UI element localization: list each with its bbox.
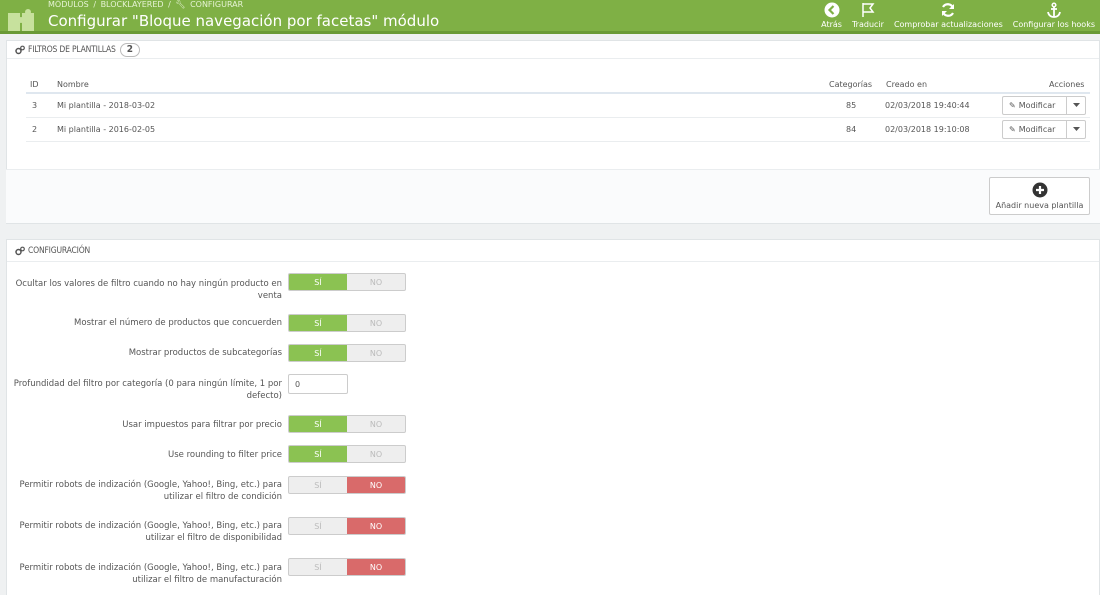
switch-yes[interactable]: Sí [289, 315, 347, 331]
back-label: Atrás [821, 20, 842, 29]
switch-no[interactable]: No [347, 446, 405, 462]
add-template-button[interactable]: Añadir nueva plantilla [989, 177, 1090, 215]
field-label-subcategories: Mostrar productos de subcategorías [128, 348, 282, 358]
row-name: Mi plantilla - 2016-02-05 [57, 125, 156, 134]
filters-heading: Filtros de plantillas 2 [7, 41, 1099, 59]
panel-footer [6, 169, 1100, 223]
column-id: ID [30, 79, 39, 89]
switch-no[interactable]: No [347, 559, 405, 575]
table-row: 3 Mi plantilla - 2018-03-02 85 02/03/201… [26, 94, 1090, 118]
breadcrumb-separator: / [93, 0, 97, 9]
row-id: 3 [32, 101, 38, 110]
configure-hooks-label: Configurar los hooks [1012, 20, 1095, 29]
row-id: 2 [32, 125, 38, 134]
field-label-depth: Profundidad del filtro por categoría (0 … [13, 379, 282, 401]
anchor-icon [1046, 2, 1061, 18]
field-label-show-count: Mostrar el número de productos que concu… [74, 318, 282, 328]
pencil-icon: ✎ [1009, 125, 1016, 134]
add-template-label: Añadir nueva plantilla [995, 201, 1084, 210]
flag-icon [862, 3, 875, 17]
row-categories: 84 [846, 125, 857, 134]
cogs-icon [15, 246, 25, 255]
switch-yes[interactable]: Sí [289, 274, 347, 290]
switch-yes[interactable]: Sí [289, 559, 347, 575]
puzzle-icon [8, 9, 34, 31]
dropdown-caret-button[interactable] [1067, 121, 1085, 138]
back-icon [824, 2, 840, 18]
page-title: Configurar "Bloque navegación por faceta… [48, 12, 440, 30]
check-updates-button[interactable]: Comprobar actualizaciones [889, 0, 1008, 34]
modify-button[interactable]: ✎ Modificar [1002, 96, 1086, 115]
modify-label: Modificar [1018, 125, 1056, 134]
pencil-icon: ✎ [1009, 101, 1016, 110]
column-name: Nombre [57, 79, 89, 89]
plus-circle-icon [1032, 182, 1047, 198]
page-header: Módulos / blocklayered / 🔧︎ Configurar C… [0, 0, 1100, 34]
config-heading: Configuración [7, 240, 1099, 262]
config-title: Configuración [28, 245, 91, 256]
breadcrumb: Módulos / blocklayered / 🔧︎ Configurar [48, 0, 245, 9]
switch-hide-zero[interactable]: Sí No [288, 273, 406, 291]
switch-show-count[interactable]: Sí No [288, 314, 406, 332]
toolbar: Atrás Traducir Comprobar actualizaciones… [816, 0, 1100, 34]
field-label-rounding: Use rounding to filter price [168, 450, 282, 460]
caret-down-icon [1072, 127, 1080, 131]
switch-no[interactable]: No [347, 416, 405, 432]
caret-down-icon [1072, 103, 1080, 107]
dropdown-caret-button[interactable] [1067, 97, 1085, 114]
row-created: 02/03/2018 19:10:08 [885, 125, 970, 134]
switch-yes[interactable]: Sí [289, 477, 347, 493]
cogs-icon [15, 45, 25, 54]
wrench-icon: 🔧︎ [175, 0, 186, 9]
switch-no[interactable]: No [347, 477, 405, 493]
row-name: Mi plantilla - 2018-03-02 [57, 101, 156, 110]
switch-rounding[interactable]: Sí No [288, 445, 406, 463]
switch-yes[interactable]: Sí [289, 416, 347, 432]
filters-title: Filtros de plantillas [28, 44, 116, 55]
breadcrumb-separator: / [168, 0, 171, 9]
switch-robots-manufacturer[interactable]: Sí No [288, 558, 406, 576]
switch-tax[interactable]: Sí No [288, 415, 406, 433]
field-label-robots-manufacturer: Permitir robots de indización (Google, Y… [19, 563, 283, 585]
back-button[interactable]: Atrás [816, 0, 847, 34]
field-label-hide-zero: Ocultar los valores de filtro cuando no … [15, 279, 282, 301]
column-actions: Acciones [1049, 79, 1085, 89]
filters-count-badge: 2 [119, 42, 140, 57]
check-updates-label: Comprobar actualizaciones [893, 20, 1003, 29]
refresh-icon [942, 3, 955, 17]
table-header: ID Nombre Categorías Creado en Acciones [26, 76, 1090, 94]
modify-button[interactable]: ✎ Modificar [1002, 120, 1086, 139]
field-label-robots-availability: Permitir robots de indización (Google, Y… [19, 521, 283, 543]
switch-no[interactable]: No [347, 518, 405, 534]
breadcrumb-module[interactable]: blocklayered [101, 0, 164, 9]
depth-input[interactable] [288, 374, 348, 394]
switch-subcategories[interactable]: Sí No [288, 344, 406, 362]
switch-robots-condition[interactable]: Sí No [288, 476, 406, 494]
switch-no[interactable]: No [347, 315, 405, 331]
breadcrumb-configure: Configurar [190, 0, 244, 9]
translate-label: Traducir [851, 20, 884, 29]
column-created: Creado en [886, 79, 928, 89]
switch-yes[interactable]: Sí [289, 446, 347, 462]
column-categories: Categorías [829, 79, 873, 89]
switch-yes[interactable]: Sí [289, 345, 347, 361]
modify-label: Modificar [1018, 101, 1056, 110]
translate-button[interactable]: Traducir [847, 0, 889, 34]
configure-hooks-button[interactable]: Configurar los hooks [1008, 0, 1100, 34]
table-row: 2 Mi plantilla - 2016-02-05 84 02/03/201… [26, 118, 1090, 142]
switch-no[interactable]: No [347, 274, 405, 290]
switch-yes[interactable]: Sí [289, 518, 347, 534]
breadcrumb-modules[interactable]: Módulos [48, 0, 89, 9]
row-categories: 85 [846, 101, 857, 110]
switch-no[interactable]: No [347, 345, 405, 361]
switch-robots-availability[interactable]: Sí No [288, 517, 406, 535]
field-label-robots-condition: Permitir robots de indización (Google, Y… [19, 480, 283, 502]
row-created: 02/03/2018 19:40:44 [885, 101, 970, 110]
field-label-tax: Usar impuestos para filtrar por precio [122, 420, 282, 430]
